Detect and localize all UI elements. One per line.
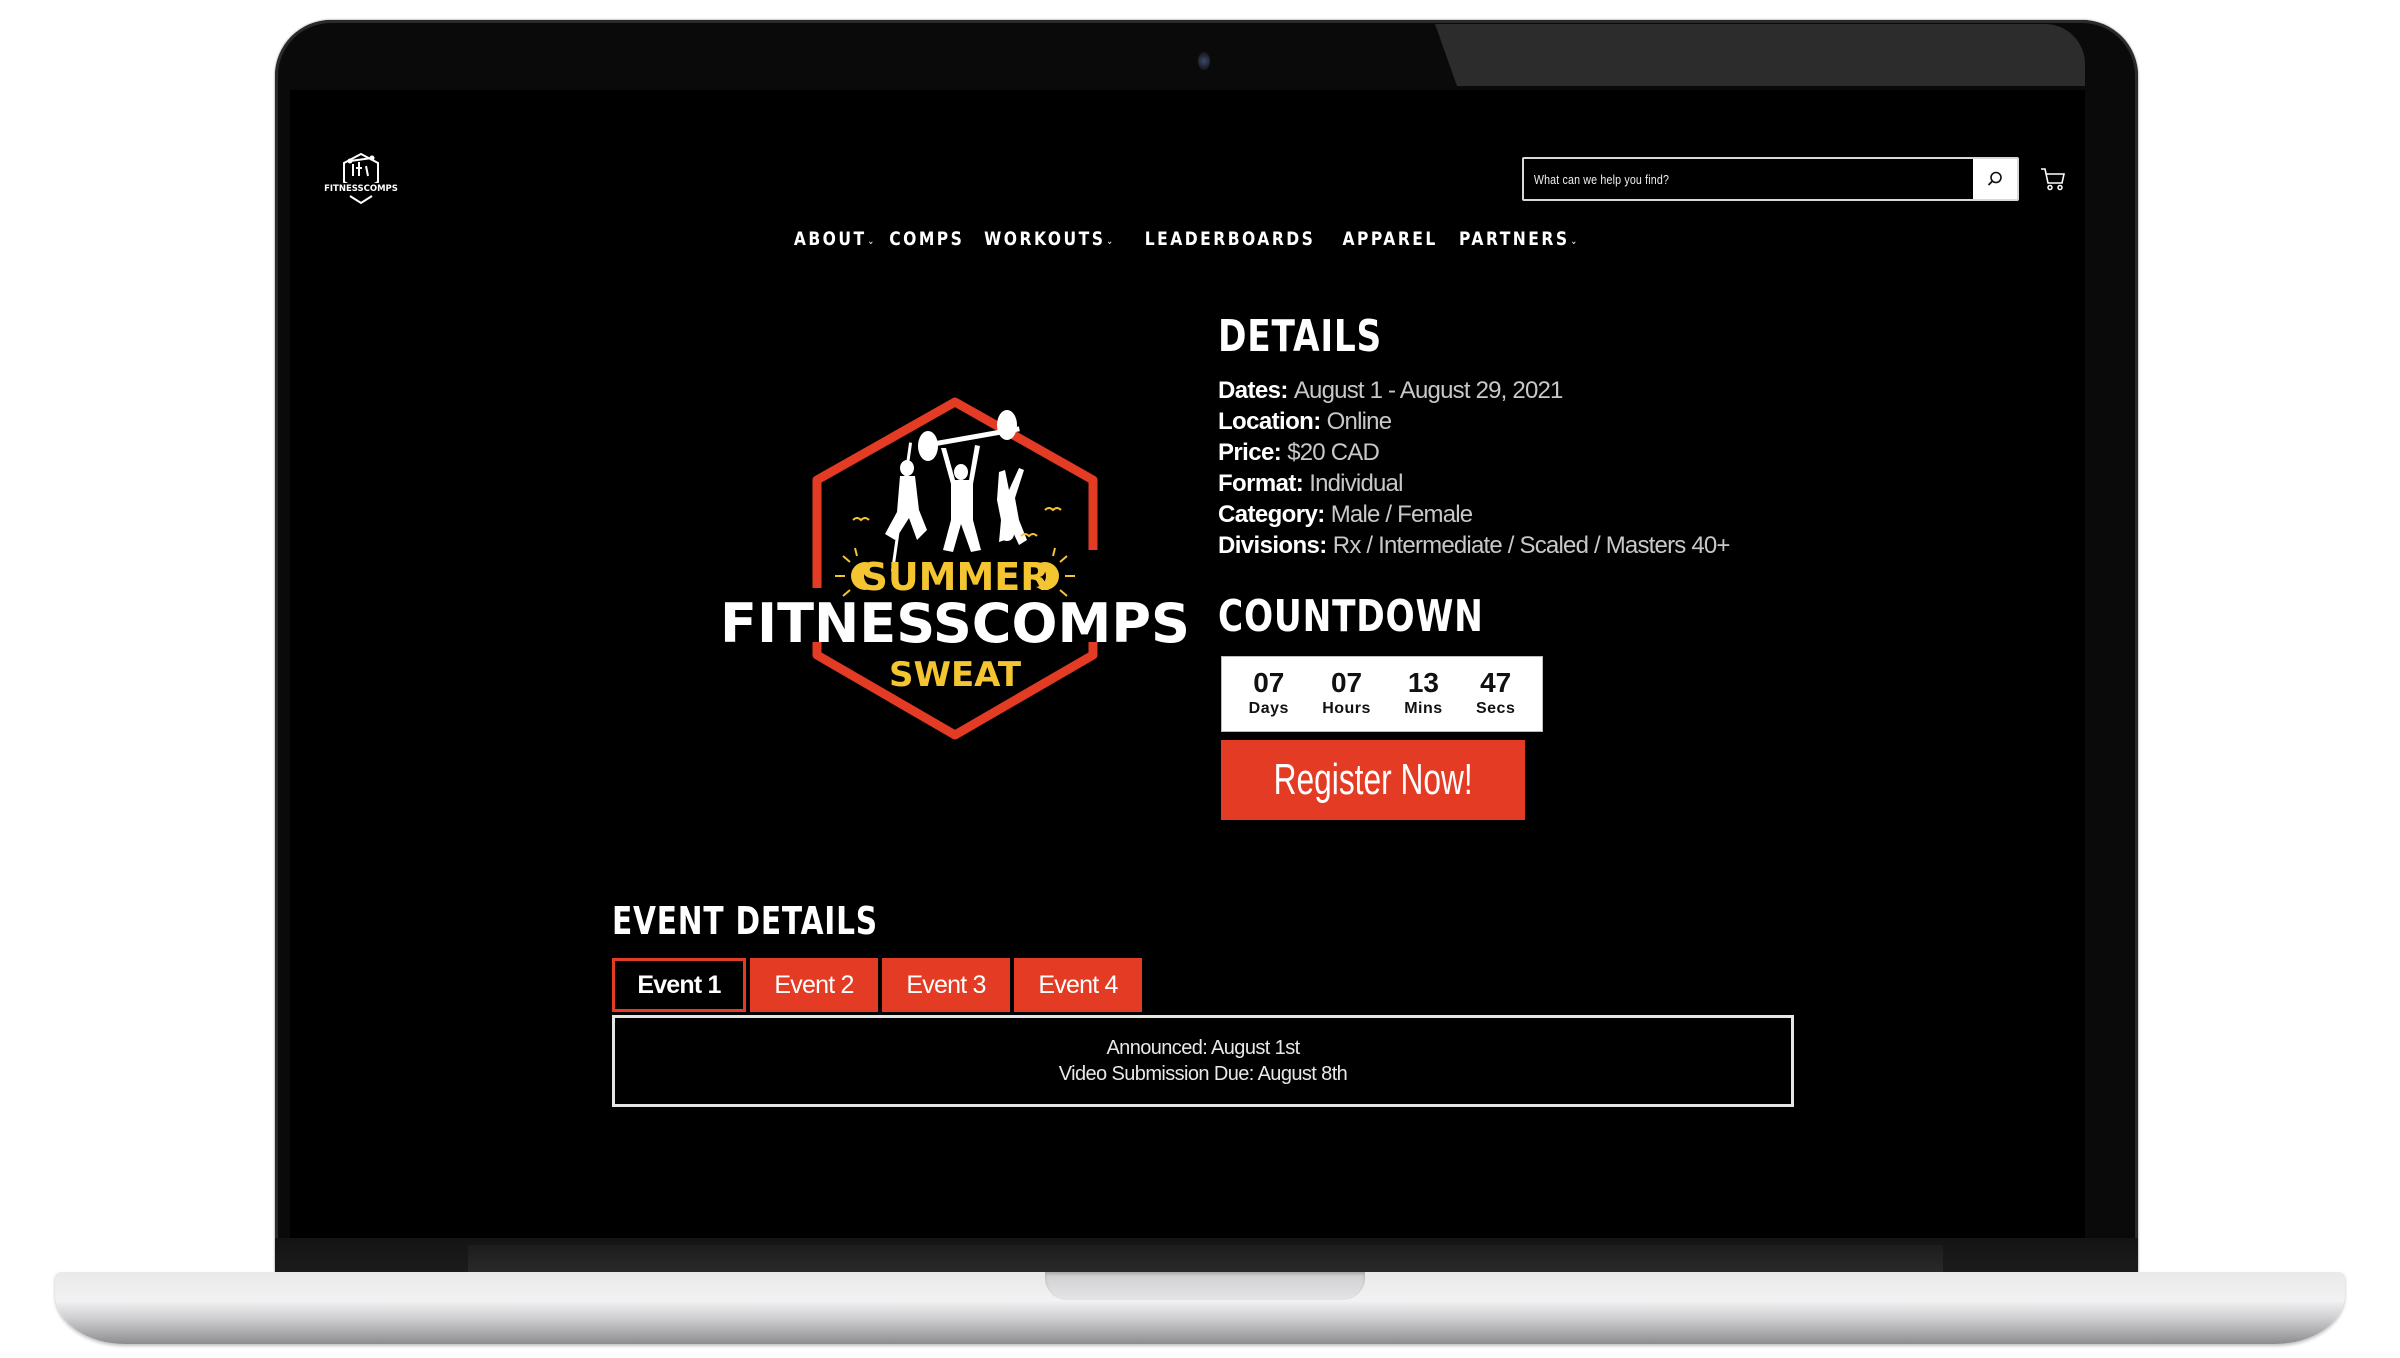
tab-event-2[interactable]: Event 2 (750, 958, 878, 1012)
fitnesscomps-logo-icon: FITNESSCOMPS (324, 152, 398, 205)
chevron-down-icon: ⌄ (1106, 236, 1114, 247)
detail-key: Price: (1218, 439, 1282, 466)
event-tab-panel: Announced: August 1st Video Submission D… (612, 1015, 1794, 1107)
detail-location: Location: Online (1218, 406, 1818, 437)
main-nav: ABOUT ⌄ COMPS WORKOUTS ⌄ LEADERBOARDS AP… (290, 228, 2085, 250)
countdown-value: 07 (1253, 667, 1285, 698)
cart-button[interactable] (2040, 166, 2066, 192)
countdown-mins: 13 Mins (1404, 668, 1442, 720)
countdown-timer: 07 Days 07 Hours 13 Mins 47 Secs (1221, 656, 1543, 732)
laptop-hinge (468, 1245, 1943, 1273)
nav-item-comps[interactable]: COMPS (889, 228, 964, 250)
detail-price: Price: $20 CAD (1218, 437, 1818, 468)
chevron-down-icon: ⌄ (867, 236, 875, 247)
nav-item-partners[interactable]: PARTNERS ⌄ (1459, 228, 1577, 250)
search-input[interactable] (1524, 159, 1893, 199)
laptop-opening-notch (1045, 1272, 1365, 1300)
countdown-value: 47 (1480, 667, 1512, 698)
event-submission-due: Video Submission Due: August 8th (1058, 1063, 1348, 1085)
event-tabs: Event 1 Event 2 Event 3 Event 4 (612, 958, 1142, 1012)
detail-key: Dates: (1218, 377, 1288, 404)
nav-item-workouts[interactable]: WORKOUTS ⌄ (985, 228, 1114, 250)
countdown-title: COUNTDOWN (1218, 591, 1484, 642)
details-section: DETAILS Dates: August 1 - August 29, 202… (1218, 315, 1818, 561)
countdown-hours: 07 Hours (1322, 668, 1371, 720)
countdown-value: 07 (1330, 667, 1363, 698)
details-list: Dates: August 1 - August 29, 2021 Locati… (1218, 375, 1818, 561)
details-title: DETAILS (1218, 311, 1383, 362)
nav-label: COMPS (889, 228, 965, 250)
countdown-label: Hours (1322, 700, 1371, 717)
detail-key: Divisions: (1218, 532, 1327, 559)
webcam-icon (1198, 52, 1210, 70)
cart-icon (2041, 168, 2065, 191)
event-details-title: EVENT DETAILS (612, 899, 878, 943)
svg-text:FITNESSCOMPS: FITNESSCOMPS (324, 184, 398, 194)
search-icon (1987, 171, 2002, 186)
nav-item-apparel[interactable]: APPAREL (1342, 228, 1437, 250)
register-label: Register Now! (1273, 755, 1473, 804)
nav-item-leaderboards[interactable]: LEADERBOARDS (1144, 228, 1315, 250)
countdown-label: Secs (1475, 700, 1516, 717)
site-logo[interactable]: FITNESSCOMPS (320, 152, 402, 212)
register-now-button[interactable]: Register Now! (1221, 740, 1525, 820)
detail-format: Format: Individual (1218, 468, 1818, 499)
detail-value: Male / Female (1330, 501, 1473, 528)
event-announced: Announced: August 1st (1106, 1037, 1300, 1059)
detail-value: Online (1326, 408, 1392, 435)
detail-dates: Dates: August 1 - August 29, 2021 (1218, 375, 1818, 406)
search-button[interactable] (1973, 159, 2017, 199)
logo-fitnesscomps-text: FITNESSCOMPS (720, 592, 1190, 655)
event-logo-graphic: SUMMER FITNESSCOMPS SWEAT (720, 397, 1190, 740)
nav-label: ABOUT (793, 228, 867, 250)
detail-key: Format: (1218, 470, 1304, 497)
detail-key: Location: (1218, 408, 1321, 435)
detail-value: August 1 - August 29, 2021 (1293, 377, 1564, 404)
website-screen: FITNESSCOMPS ABOUT ⌄ COMPS WORK (290, 90, 2085, 1238)
detail-key: Category: (1218, 501, 1325, 528)
nav-label: WORKOUTS (984, 228, 1106, 250)
logo-sweat-text: SWEAT (889, 655, 1022, 695)
summer-sweat-logo: SUMMER FITNESSCOMPS SWEAT (715, 380, 1195, 780)
chevron-down-icon: ⌄ (1570, 236, 1578, 247)
nav-label: APPAREL (1342, 228, 1438, 250)
countdown-days: 07 Days (1249, 668, 1289, 720)
detail-value: Rx / Intermediate / Scaled / Masters 40+ (1332, 532, 1731, 559)
tab-event-1[interactable]: Event 1 (612, 958, 746, 1012)
tab-event-4[interactable]: Event 4 (1014, 958, 1142, 1012)
screen-glare (1435, 24, 2085, 86)
nav-label: LEADERBOARDS (1144, 228, 1316, 250)
countdown-value: 13 (1407, 667, 1440, 698)
nav-label: PARTNERS (1459, 228, 1570, 250)
countdown-secs: 47 Secs (1476, 668, 1515, 720)
detail-value: Individual (1309, 470, 1403, 497)
nav-item-about[interactable]: ABOUT ⌄ (794, 228, 874, 250)
countdown-label: Mins (1404, 700, 1443, 717)
countdown-label: Days (1248, 700, 1289, 717)
tab-event-3[interactable]: Event 3 (882, 958, 1010, 1012)
detail-divisions: Divisions: Rx / Intermediate / Scaled / … (1218, 530, 1818, 561)
search-bar (1522, 157, 2019, 201)
detail-value: $20 CAD (1287, 439, 1380, 466)
detail-category: Category: Male / Female (1218, 499, 1818, 530)
